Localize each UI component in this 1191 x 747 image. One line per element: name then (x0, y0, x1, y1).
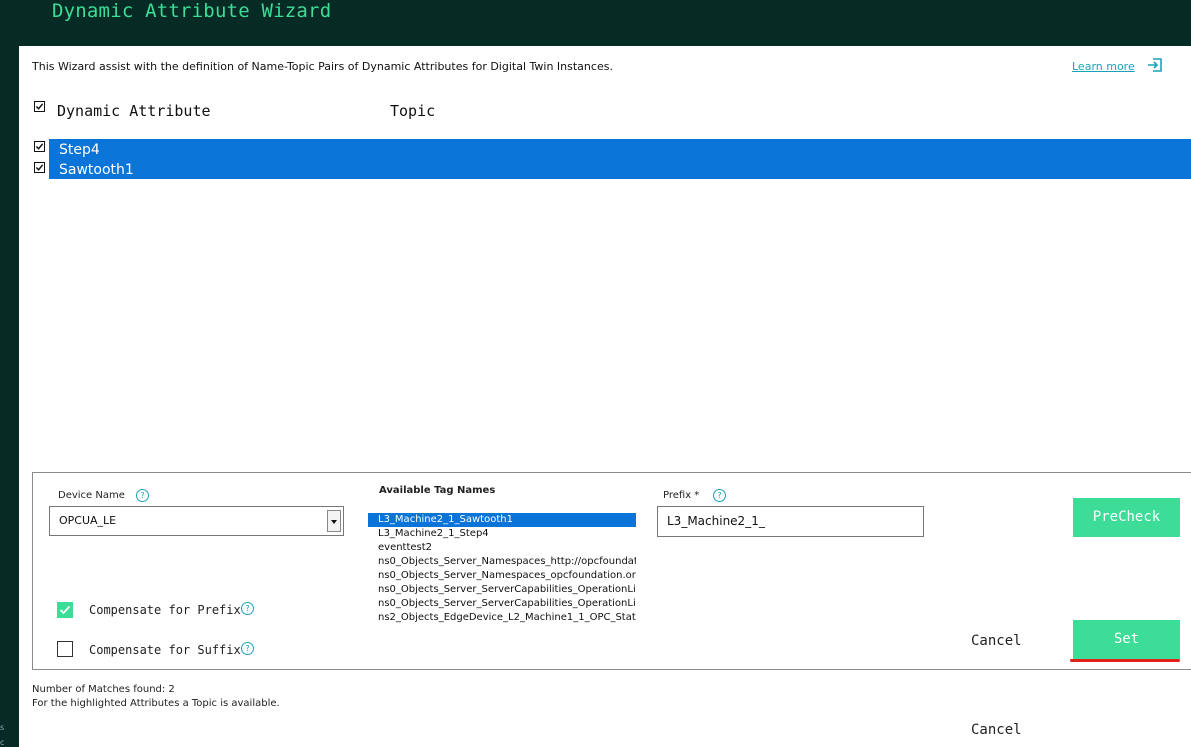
list-item[interactable]: L3_Machine2_1_Sawtooth1 (368, 513, 636, 527)
strip-char: s (0, 723, 5, 732)
device-name-select[interactable]: OPCUA_LE (49, 506, 344, 536)
precheck-button[interactable]: PreCheck (1073, 498, 1180, 537)
mapping-form: Device Name ? OPCUA_LE Available Tag Nam… (32, 472, 1191, 670)
compensate-suffix-label: Compensate for Suffix (89, 643, 241, 657)
table-row-label[interactable]: Sawtooth1 (59, 162, 134, 178)
column-header-dynamic-attribute: Dynamic Attribute (57, 102, 211, 120)
checkmark-icon (35, 143, 44, 150)
dialog-cancel-button[interactable]: Cancel (971, 722, 1022, 738)
strip-char: c (0, 738, 5, 747)
learn-more-link[interactable]: Learn more (1072, 60, 1135, 73)
list-item[interactable]: ns0_Objects_Server_Namespaces_http://opc… (368, 555, 636, 569)
help-icon[interactable]: ? (241, 642, 254, 655)
list-item[interactable]: eventtest2 (368, 541, 636, 555)
row-checkbox-sawtooth1[interactable] (34, 162, 45, 173)
prefix-label: Prefix * (663, 490, 700, 501)
compensate-prefix-checkbox[interactable] (57, 602, 73, 618)
help-icon[interactable]: ? (241, 602, 254, 615)
select-all-checkbox[interactable] (34, 101, 45, 112)
set-button[interactable]: Set (1073, 620, 1180, 659)
compensate-suffix-checkbox[interactable] (57, 641, 73, 657)
checkmark-icon (35, 164, 44, 171)
wizard-panel: This Wizard assist with the definition o… (19, 46, 1191, 747)
title-bar: Dynamic Attribute Wizard (0, 0, 1191, 46)
selected-rows-highlight (49, 139, 1191, 179)
topic-availability-note: For the highlighted Attributes a Topic i… (32, 698, 280, 709)
compensate-prefix-label: Compensate for Prefix (89, 603, 241, 617)
matches-count: Number of Matches found: 2 (32, 684, 175, 695)
table-row-label[interactable]: Step4 (59, 142, 100, 158)
checkmark-icon (59, 605, 71, 615)
checkmark-icon (35, 103, 44, 110)
column-header-topic: Topic (390, 102, 436, 120)
available-tags-list[interactable]: L3_Machine2_1_Sawtooth1 L3_Machine2_1_St… (368, 513, 636, 625)
list-item[interactable]: ns0_Objects_Server_ServerCapabilities_Op… (368, 583, 636, 597)
set-emphasis-underline (1070, 659, 1180, 662)
available-tags-label: Available Tag Names (379, 485, 496, 496)
help-icon[interactable]: ? (136, 489, 149, 502)
list-item[interactable]: ns0_Objects_Server_ServerCapabilities_Op… (368, 597, 636, 611)
chevron-down-icon[interactable] (327, 510, 341, 532)
intro-text: This Wizard assist with the definition o… (32, 60, 613, 73)
row-checkbox-step4[interactable] (34, 141, 45, 152)
prefix-field[interactable] (667, 514, 907, 528)
form-cancel-button[interactable]: Cancel (971, 633, 1022, 649)
left-strip: s c (0, 46, 19, 747)
dialog-title: Dynamic Attribute Wizard (52, 0, 332, 22)
list-item[interactable]: ns2_Objects_EdgeDevice_L2_Machine1_1_OPC… (368, 611, 636, 625)
list-item[interactable]: ns0_Objects_Server_Namespaces_opcfoundat… (368, 569, 636, 583)
help-icon[interactable]: ? (713, 489, 726, 502)
device-name-label: Device Name (58, 490, 125, 501)
prefix-input[interactable] (657, 506, 924, 537)
device-name-value: OPCUA_LE (59, 514, 117, 527)
external-link-icon[interactable] (1147, 57, 1163, 73)
list-item[interactable]: L3_Machine2_1_Step4 (368, 527, 636, 541)
